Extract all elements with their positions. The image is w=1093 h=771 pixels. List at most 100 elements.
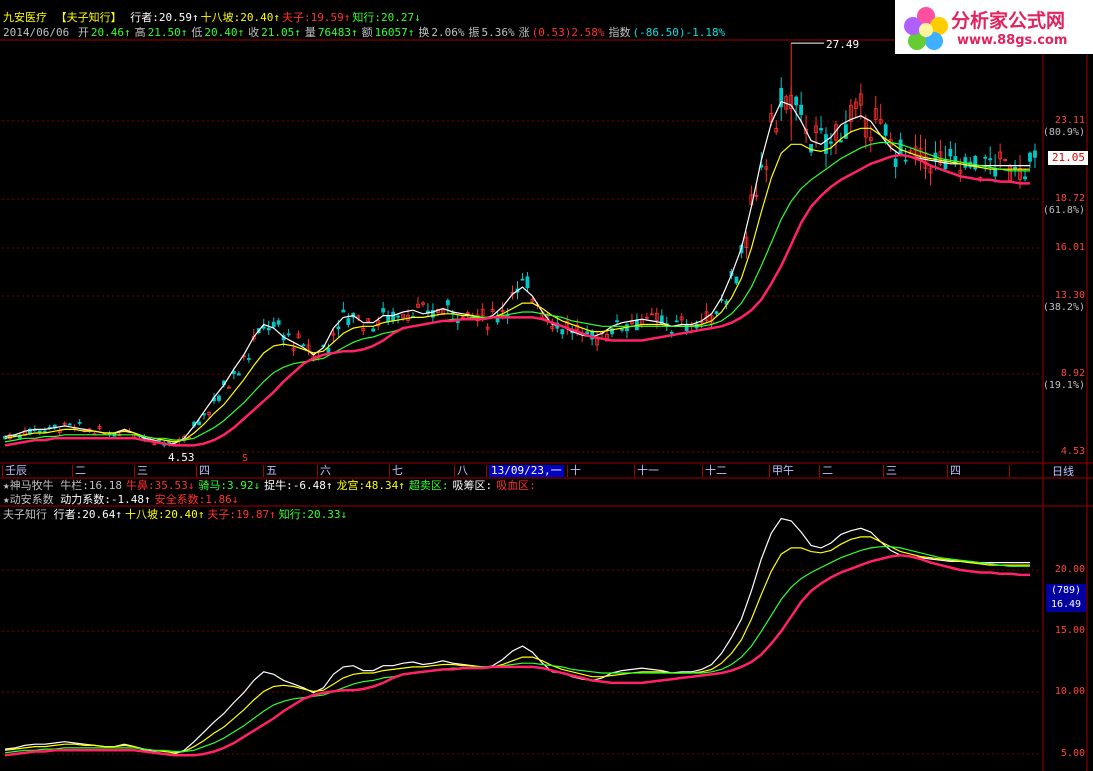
period-separator [883,465,884,477]
sub-ma-value-1: 十八坡:20.40↑ [124,508,205,521]
price-axis-label: (38.2%) [1042,302,1085,313]
indicator-value: 骑马:3.92↓ [198,479,261,492]
candle-body [794,96,799,106]
candle-body [455,320,460,324]
period-label[interactable]: 日线 [1052,465,1074,478]
indicator-value: 吸筹区: [452,479,493,492]
price-axis-label: (80.9%) [1042,127,1085,138]
sub-ma-line-2 [4,546,1030,754]
candle-body [276,320,281,325]
period-separator [486,465,487,477]
quote-field-3: 收 21.05↑ [248,26,301,39]
period-cell[interactable]: 八 [457,465,468,477]
candle-body [525,276,530,289]
candle-body [371,328,376,332]
formula-name[interactable]: 【夫子知行】 [56,11,122,24]
period-separator [819,465,820,477]
period-cell[interactable]: 三 [137,465,148,477]
sub-box-bottom: 16.49 [1050,599,1082,610]
high-marker: 27.49 [826,38,859,51]
candle-body [167,441,172,444]
candle-body [1033,150,1037,158]
period-cell[interactable]: 壬辰 [5,465,27,477]
period-cell[interactable]: 六 [320,465,331,477]
price-axis-label: 18.72 [1054,193,1085,204]
indicator-row-shenma[interactable]: ★神马牧牛 牛栏:16.18 牛鼻:35.53↓ 骑马:3.92↓ 捉牛:-6.48↑… [3,479,540,492]
period-separator [634,465,635,477]
sub-axis-label: 15.00 [1054,625,1085,636]
candle-body [883,124,888,136]
candle-body [266,327,271,331]
low-marker-label: 4.53 [168,451,195,464]
period-cell[interactable]: 七 [392,465,403,477]
period-separator [947,465,948,477]
candle-body [620,328,624,331]
period-separator [1009,465,1010,477]
indicator-value: 龙宫:48.34↑ [336,479,405,492]
quote-field-5: 额 16057↑ [361,26,415,39]
sub-axis-label: 20.00 [1054,564,1085,575]
price-axis-label: 13.30 [1054,290,1085,301]
candle-body [391,311,396,321]
candle-body [824,134,828,154]
logo-title: 分析家公式网 [951,10,1066,32]
period-cell[interactable]: 十二 [705,465,727,477]
period-cell[interactable]: 五 [266,465,277,477]
ma-value-1: 十八坡:20.40↑ [200,11,280,24]
low-marker: 4.53 [168,451,195,464]
sub-indicator-name[interactable]: 夫子知行 [3,508,47,521]
candle-body [37,430,42,433]
candle-body [674,320,679,323]
candle-body [809,143,813,153]
sub-ma-value-0: 行者:20.64↑ [53,508,122,521]
period-cell[interactable]: 四 [199,465,210,477]
sub-value-box: (789) 16.49 [1046,584,1086,612]
candle-body [714,311,719,315]
period-cell[interactable]: 十 [570,465,581,477]
signal-s-marker: S [242,453,249,464]
period-cell[interactable]: 13/09/23,一 [489,465,564,477]
quote-field-7: 振 5.36% [468,26,515,39]
logo-url[interactable]: www.88gs.com [957,33,1067,48]
sub-header: 夫子知行 行者:20.64↑ 十八坡:20.40↑ 夫子:19.87↑ 知行:20.3… [3,508,350,521]
period-cell[interactable]: 四 [950,465,961,477]
site-logo: 分析家公式网 www.88gs.com [895,0,1093,54]
candle-body [77,422,82,424]
candle-body [615,320,619,323]
sub-ma-line-3 [4,554,1030,757]
indicator-value: 捉牛:-6.48↑ [264,479,333,492]
price-axis-label: (19.1%) [1042,380,1085,391]
period-separator [263,465,264,477]
candle-body [1028,152,1032,162]
stock-chart[interactable] [0,0,1093,771]
candle-body [983,156,988,159]
period-cell[interactable]: 三 [886,465,897,477]
period-separator [134,465,135,477]
quote-field-4: 量 76483↑ [304,26,358,39]
candle-body [381,308,386,313]
indicator-value: 牛栏:16.18 [60,479,122,492]
period-cell[interactable]: 十一 [637,465,659,477]
candle-body [839,140,843,143]
quote-field-6: 换 2.06% [418,26,465,39]
candle-body [67,423,72,426]
period-separator [454,465,455,477]
candle-body [396,315,400,318]
stock-name[interactable]: 九安医疗 [3,11,47,24]
candle-body [819,128,823,131]
candle-body [948,148,953,157]
quote-field-2: 低 20.40↑ [191,26,245,39]
period-cell[interactable]: 二 [75,465,86,477]
period-cell[interactable]: 甲午 [772,465,794,477]
candle-body [236,373,241,376]
period-separator [2,465,3,477]
candle-body [346,318,351,325]
indicator-row-dongan[interactable]: ★动安系数 动力系数:-1.48↑ 安全系数:1.86↓ [3,493,242,506]
period-cell[interactable]: 二 [822,465,833,477]
indicator-name: ★动安系数 [3,493,61,506]
candle-body [197,421,201,426]
indicator-value: 动力系数:-1.48↑ [60,493,151,506]
candle-body [445,300,450,306]
sub-ma-line-0 [4,517,1030,755]
price-axis-label: 4.53 [1060,446,1085,457]
